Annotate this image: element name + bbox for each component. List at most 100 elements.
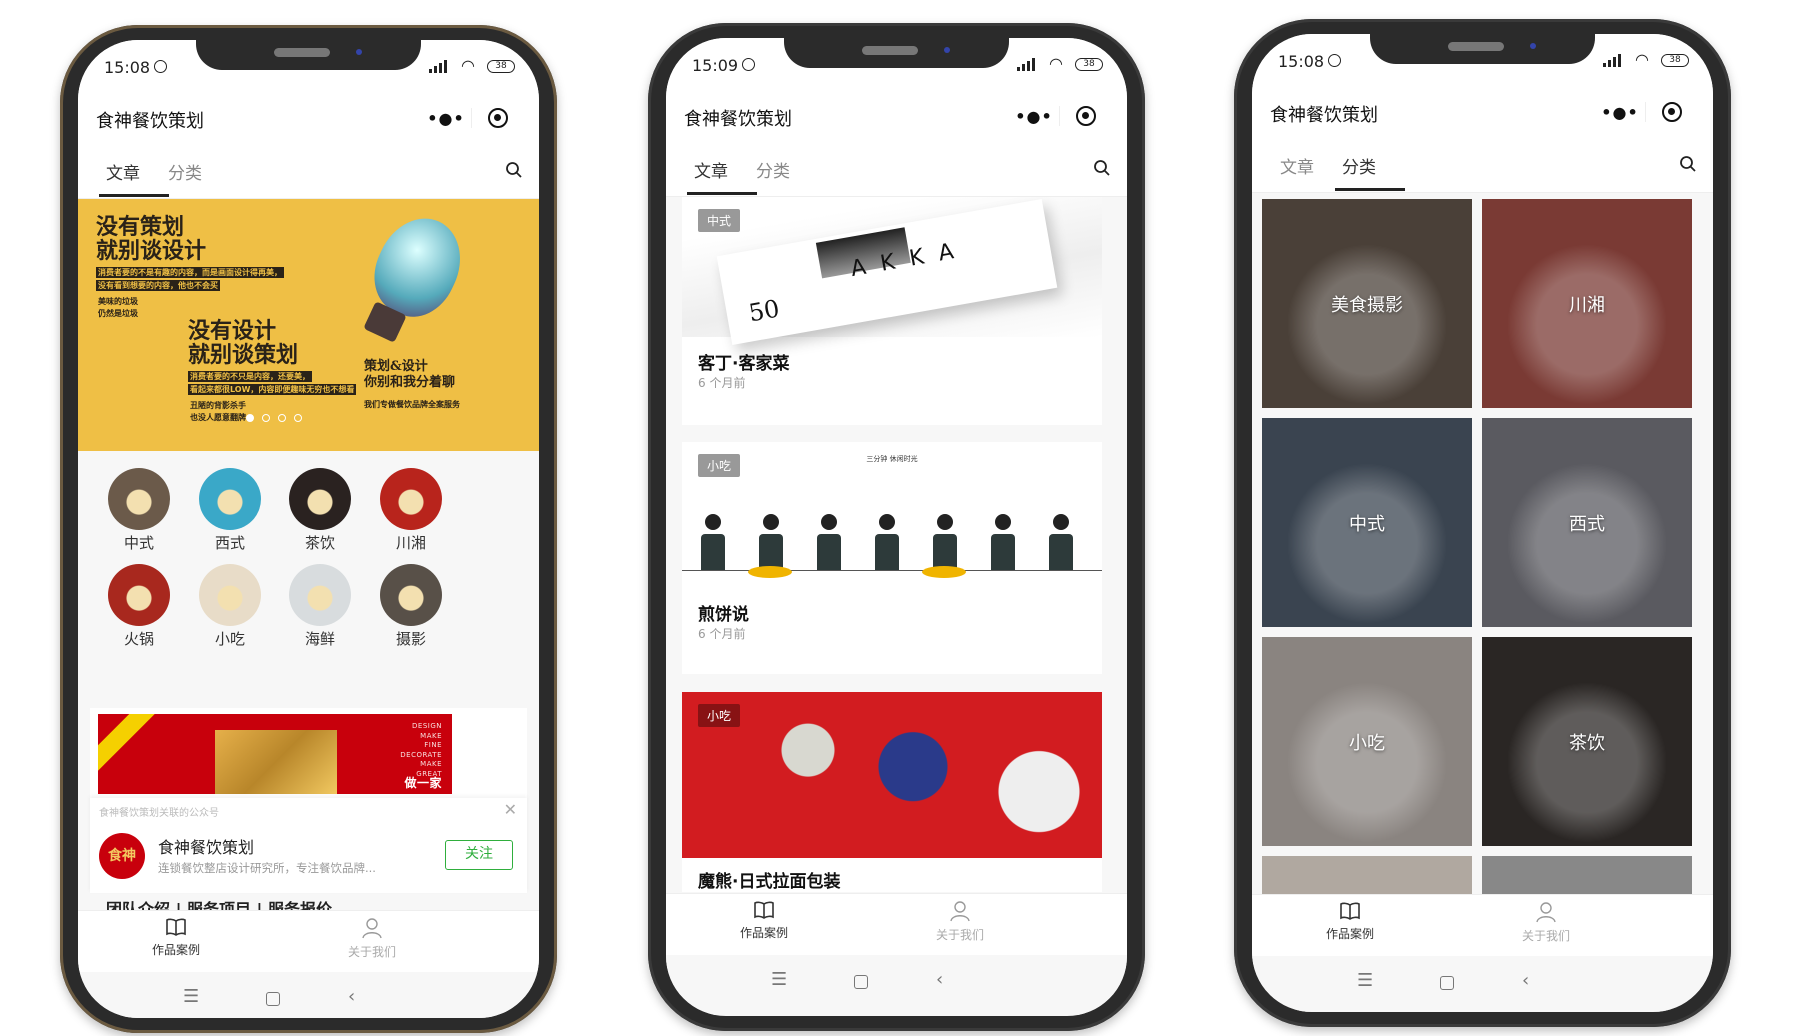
carousel-dot[interactable] — [278, 414, 286, 422]
tab-categories[interactable]: 分类 — [1342, 153, 1376, 178]
promo-banner[interactable]: DESIGN MAKE FINE DECORATE MAKE GREAT 做一家 — [90, 708, 527, 798]
banner-text: 就别谈策划 — [188, 342, 299, 368]
signal-icon — [1603, 54, 1621, 67]
title-bar: 食神餐饮策划 •●• — [78, 95, 539, 143]
ribbon — [98, 714, 162, 772]
hero-banner-carousel[interactable]: 没有策划 就别谈设计 消费者要的不是有趣的内容，而是画面设计得再美， 没有看到想要… — [78, 199, 539, 451]
home-square-icon[interactable] — [1440, 976, 1454, 990]
banner-text: 消费者要的不只是内容，还要美， — [188, 371, 312, 382]
article-card[interactable]: 50 A K K A 中式 客丁·客家菜 6 个月前 — [682, 197, 1102, 425]
category-tile-label: 茶饮 — [1569, 732, 1605, 754]
category-label: 海鲜 — [304, 630, 335, 648]
banner-text: 也没人愿意翻牌 — [190, 412, 246, 422]
phone-articles: 50 A K K A 中式 客丁·客家菜 6 个月前 三分钟 休闲时光 小吃 煎… — [648, 23, 1145, 1031]
tab-articles[interactable]: 文章 — [1280, 153, 1314, 178]
carousel-dot[interactable] — [246, 414, 254, 422]
carousel-dot[interactable] — [262, 414, 270, 422]
tab-about[interactable]: 关于我们 — [1486, 901, 1606, 944]
cook-figure — [1044, 514, 1078, 570]
more-options-icon[interactable]: •●• — [421, 109, 471, 128]
promo-word: 做一家 — [404, 776, 442, 790]
back-chevron-icon[interactable]: ‹ — [1522, 970, 1529, 991]
back-chevron-icon[interactable]: ‹ — [936, 969, 943, 990]
category-label: 小吃 — [214, 630, 245, 648]
back-chevron-icon[interactable]: ‹ — [348, 986, 355, 1007]
divider — [471, 108, 472, 128]
menu-icon[interactable]: ☰ — [771, 969, 787, 990]
category-tile[interactable]: 茶饮 — [1482, 637, 1692, 846]
close-program-icon[interactable] — [1076, 106, 1096, 126]
category-image — [289, 564, 351, 626]
person-icon — [1486, 901, 1606, 923]
cook-figure — [754, 514, 788, 570]
tab-categories[interactable]: 分类 — [168, 159, 202, 184]
camera — [1530, 43, 1536, 49]
banner-text: 没有设计 — [188, 318, 277, 344]
menu-icon[interactable]: ☰ — [183, 986, 199, 1007]
article-card[interactable]: 三分钟 休闲时光 小吃 煎饼说 6 个月前 — [682, 442, 1102, 674]
active-tab-underline — [99, 194, 169, 197]
book-icon — [704, 900, 824, 920]
tab-bar-top: 文章 分类 — [78, 143, 539, 199]
close-program-icon[interactable] — [488, 108, 508, 128]
tab-about[interactable]: 关于我们 — [312, 917, 432, 960]
signal-icon — [1017, 58, 1035, 71]
category-item[interactable]: 海鲜 — [280, 564, 360, 649]
title-bar: 食神餐饮策划 •●• — [1252, 89, 1713, 137]
tab-works[interactable]: 作品案例 — [704, 900, 824, 941]
category-tile[interactable]: 美食摄影 — [1262, 199, 1472, 408]
menu-icon[interactable]: ☰ — [1357, 970, 1373, 991]
app-title: 食神餐饮策划 — [1270, 105, 1378, 126]
search-icon[interactable] — [1679, 155, 1697, 177]
alarm-icon — [1328, 54, 1341, 67]
follow-button[interactable]: 关注 — [445, 840, 513, 870]
status-time: 15:08 — [1278, 52, 1325, 71]
screen: 50 A K K A 中式 客丁·客家菜 6 个月前 三分钟 休闲时光 小吃 煎… — [666, 38, 1127, 1016]
category-tile[interactable]: 西式 — [1482, 418, 1692, 627]
carousel-dot[interactable] — [294, 414, 302, 422]
mini-program-capsule: •●• — [421, 101, 523, 135]
category-tile-label: 西式 — [1569, 513, 1605, 535]
category-item[interactable]: 火锅 — [99, 564, 179, 649]
tab-about[interactable]: 关于我们 — [900, 900, 1020, 943]
article-card[interactable]: 小吃 魔熊·日式拉面包装 — [682, 692, 1102, 892]
close-icon[interactable]: ✕ — [504, 800, 517, 819]
close-program-icon[interactable] — [1662, 102, 1682, 122]
more-options-icon[interactable]: •●• — [1009, 107, 1059, 126]
screen: 没有策划 就别谈设计 消费者要的不是有趣的内容，而是画面设计得再美， 没有看到想要… — [78, 40, 539, 1018]
ticket-graphic: 50 A K K A — [716, 199, 1058, 345]
category-label: 西式 — [214, 534, 245, 552]
speaker — [274, 48, 330, 57]
category-item[interactable]: 茶饮 — [280, 468, 360, 553]
avatar: 食神 — [99, 833, 145, 879]
category-item[interactable]: 西式 — [190, 468, 270, 553]
tab-works[interactable]: 作品案例 — [1290, 901, 1410, 942]
tab-articles[interactable]: 文章 — [106, 159, 140, 184]
home-square-icon[interactable] — [266, 992, 280, 1006]
counter-line — [682, 570, 1102, 571]
wifi-icon: ◠ — [1635, 50, 1649, 69]
category-item[interactable]: 川湘 — [371, 468, 451, 553]
tab-categories[interactable]: 分类 — [756, 157, 790, 182]
category-item[interactable]: 摄影 — [371, 564, 451, 649]
category-item[interactable]: 小吃 — [190, 564, 270, 649]
banner-text: 没有策划 — [96, 214, 185, 240]
image-caption: 三分钟 休闲时光 — [866, 455, 918, 463]
camera — [356, 49, 362, 55]
category-tile[interactable]: 小吃 — [1262, 637, 1472, 846]
category-tile[interactable]: 川湘 — [1482, 199, 1692, 408]
category-tag: 中式 — [698, 209, 741, 232]
category-item[interactable]: 中式 — [99, 468, 179, 553]
card-header: 食神餐饮策划关联的公众号 — [99, 808, 219, 819]
system-nav-bar: ☰ ‹ — [666, 955, 1127, 1015]
tab-works[interactable]: 作品案例 — [116, 917, 236, 958]
tab-articles[interactable]: 文章 — [694, 157, 728, 182]
more-options-icon[interactable]: •●• — [1595, 103, 1645, 122]
banner-text: 你别和我分着聊 — [364, 375, 456, 390]
article-time: 6 个月前 — [698, 376, 746, 390]
search-icon[interactable] — [1093, 159, 1111, 181]
alarm-icon — [742, 58, 755, 71]
search-icon[interactable] — [505, 161, 523, 183]
category-tile[interactable]: 中式 — [1262, 418, 1472, 627]
home-square-icon[interactable] — [854, 975, 868, 989]
